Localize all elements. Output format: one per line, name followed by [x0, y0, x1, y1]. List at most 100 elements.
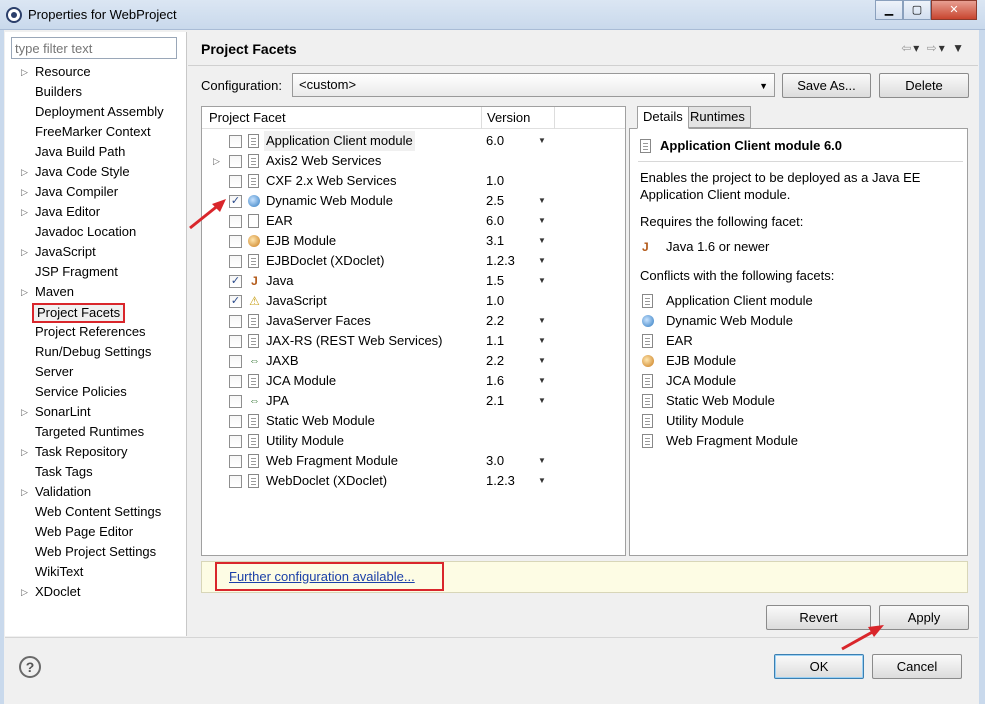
tree-item[interactable]: Web Content Settings [5, 502, 185, 522]
tree-item[interactable]: Project References [5, 322, 185, 342]
close-button[interactable]: ✕ [931, 0, 977, 20]
expand-arrow-icon[interactable]: ▷ [21, 202, 28, 222]
facet-row[interactable]: ▷ Axis2 Web Services [202, 151, 625, 171]
tree-item[interactable]: Service Policies [5, 382, 185, 402]
ok-button[interactable]: OK [774, 654, 864, 679]
tree-item[interactable]: Web Page Editor [5, 522, 185, 542]
tree-item[interactable]: Targeted Runtimes [5, 422, 185, 442]
version-dropdown-icon[interactable]: ▼ [538, 391, 546, 411]
tree-item[interactable]: Deployment Assembly [5, 102, 185, 122]
tree-item[interactable]: ▷ Resource [5, 62, 185, 82]
version-dropdown-icon[interactable]: ▼ [538, 251, 546, 271]
facet-version[interactable]: 3.1 [486, 231, 504, 251]
expand-arrow-icon[interactable]: ▷ [21, 282, 28, 302]
tree-item[interactable]: WikiText [5, 562, 185, 582]
help-icon[interactable]: ? [19, 656, 41, 678]
facet-row[interactable]: Application Client module 6.0 ▼ [202, 131, 625, 151]
version-dropdown-icon[interactable]: ▼ [538, 451, 546, 471]
tree-item[interactable]: ▷ XDoclet [5, 582, 185, 602]
column-header-facet[interactable]: Project Facet [209, 110, 286, 125]
facet-checkbox[interactable] [229, 175, 242, 188]
facet-row[interactable]: ⇔ JAXB 2.2 ▼ [202, 351, 625, 371]
version-dropdown-icon[interactable]: ▼ [538, 351, 546, 371]
facet-version[interactable]: 1.0 [486, 291, 504, 311]
facet-checkbox[interactable] [229, 315, 242, 328]
apply-button[interactable]: Apply [879, 605, 969, 630]
tree-item[interactable]: Run/Debug Settings [5, 342, 185, 362]
expand-arrow-icon[interactable]: ▷ [21, 442, 28, 462]
tree-item[interactable]: JSP Fragment [5, 262, 185, 282]
facet-checkbox[interactable] [229, 375, 242, 388]
view-menu-icon[interactable]: ▼ [952, 41, 966, 55]
facet-checkbox[interactable] [229, 135, 242, 148]
facet-row[interactable]: EJB Module 3.1 ▼ [202, 231, 625, 251]
facet-row[interactable]: WebDoclet (XDoclet) 1.2.3 ▼ [202, 471, 625, 491]
facet-row[interactable]: JavaServer Faces 2.2 ▼ [202, 311, 625, 331]
facet-checkbox[interactable]: ✓ [229, 275, 242, 288]
expand-arrow-icon[interactable]: ▷ [21, 582, 28, 602]
facet-checkbox[interactable] [229, 255, 242, 268]
tree-item[interactable]: Builders [5, 82, 185, 102]
facet-version[interactable]: 2.2 [486, 311, 504, 331]
facet-row[interactable]: ✓ Dynamic Web Module 2.5 ▼ [202, 191, 625, 211]
version-dropdown-icon[interactable]: ▼ [538, 191, 546, 211]
facet-checkbox[interactable] [229, 475, 242, 488]
version-dropdown-icon[interactable]: ▼ [538, 471, 546, 491]
facet-row[interactable]: JCA Module 1.6 ▼ [202, 371, 625, 391]
tree-item[interactable]: FreeMarker Context [5, 122, 185, 142]
facet-row[interactable]: ⇔ JPA 2.1 ▼ [202, 391, 625, 411]
facet-checkbox[interactable] [229, 235, 242, 248]
version-dropdown-icon[interactable]: ▼ [538, 131, 546, 151]
tree-item[interactable]: ▷ Maven [5, 282, 185, 302]
facet-checkbox[interactable] [229, 415, 242, 428]
tree-item[interactable]: ▷ SonarLint [5, 402, 185, 422]
tree-item[interactable]: ▷ Java Editor [5, 202, 185, 222]
version-dropdown-icon[interactable]: ▼ [538, 311, 546, 331]
maximize-button[interactable]: ▢ [903, 0, 931, 20]
tree-item[interactable]: ▷ Java Code Style [5, 162, 185, 182]
tree-item[interactable]: ▷ JavaScript [5, 242, 185, 262]
facet-version[interactable]: 2.5 [486, 191, 504, 211]
facet-row[interactable]: Utility Module [202, 431, 625, 451]
facet-row[interactable]: EAR 6.0 ▼ [202, 211, 625, 231]
facet-row[interactable]: Static Web Module [202, 411, 625, 431]
expand-arrow-icon[interactable]: ▷ [21, 402, 28, 422]
expand-arrow-icon[interactable]: ▷ [21, 482, 28, 502]
version-dropdown-icon[interactable]: ▼ [538, 271, 546, 291]
tab-details[interactable]: Details [637, 106, 689, 129]
facet-version[interactable]: 2.1 [486, 391, 504, 411]
facet-checkbox[interactable] [229, 355, 242, 368]
facet-version[interactable]: 1.2.3 [486, 251, 515, 271]
facet-checkbox[interactable] [229, 215, 242, 228]
facet-row[interactable]: EJBDoclet (XDoclet) 1.2.3 ▼ [202, 251, 625, 271]
facet-version[interactable]: 2.2 [486, 351, 504, 371]
version-dropdown-icon[interactable]: ▼ [538, 211, 546, 231]
tree-item[interactable]: ▷ Java Compiler [5, 182, 185, 202]
facet-row[interactable]: ✓ J Java 1.5 ▼ [202, 271, 625, 291]
forward-dropdown-icon[interactable]: ▾ [939, 41, 947, 55]
expand-arrow-icon[interactable]: ▷ [213, 151, 220, 171]
forward-arrow-icon[interactable]: ⇨ [927, 41, 939, 55]
expand-arrow-icon[interactable]: ▷ [21, 242, 28, 262]
facet-row[interactable]: ✓ ⚠ JavaScript 1.0 [202, 291, 625, 311]
facet-row[interactable]: CXF 2.x Web Services 1.0 [202, 171, 625, 191]
facet-version[interactable]: 1.6 [486, 371, 504, 391]
tree-item[interactable]: Task Tags [5, 462, 185, 482]
facet-version[interactable]: 1.1 [486, 331, 504, 351]
cancel-button[interactable]: Cancel [872, 654, 962, 679]
facet-row[interactable]: JAX-RS (REST Web Services) 1.1 ▼ [202, 331, 625, 351]
configuration-select[interactable]: <custom> ▼ [292, 73, 775, 97]
tree-item[interactable]: Java Build Path [5, 142, 185, 162]
facet-checkbox[interactable] [229, 395, 242, 408]
version-dropdown-icon[interactable]: ▼ [538, 371, 546, 391]
facet-version[interactable]: 1.2.3 [486, 471, 515, 491]
version-dropdown-icon[interactable]: ▼ [538, 231, 546, 251]
facet-checkbox[interactable] [229, 335, 242, 348]
facet-checkbox[interactable]: ✓ [229, 295, 242, 308]
facet-checkbox[interactable] [229, 435, 242, 448]
facet-version[interactable]: 6.0 [486, 131, 504, 151]
expand-arrow-icon[interactable]: ▷ [21, 62, 28, 82]
column-header-version[interactable]: Version [487, 110, 530, 125]
back-arrow-icon[interactable]: ⇦ [901, 41, 913, 55]
facet-version[interactable]: 1.0 [486, 171, 504, 191]
